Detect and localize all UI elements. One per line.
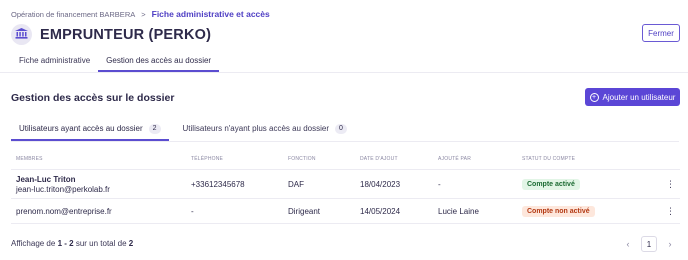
subtabs-divider	[11, 141, 679, 142]
close-button[interactable]: Fermer	[642, 24, 680, 42]
breadcrumb: Opération de financement BARBERA > Fiche…	[11, 9, 270, 19]
summary-middle: sur un total de	[75, 239, 127, 248]
subtab-label: Utilisateurs ayant accès au dossier	[19, 124, 143, 133]
page-number-current[interactable]: 1	[641, 236, 657, 252]
subtab-users-without-access[interactable]: Utilisateurs n'ayant plus accès au dossi…	[177, 120, 353, 141]
function-cell: Dirigeant	[288, 206, 321, 216]
member-name: Jean-Luc Triton	[16, 174, 76, 184]
access-subtabs: Utilisateurs ayant accès au dossier 2 Ut…	[11, 120, 353, 141]
member-cell: prenom.nom@entreprise.fr	[11, 206, 191, 216]
column-header-status: STATUT DU COMPTE	[522, 155, 576, 162]
add-user-button[interactable]: + Ajouter un utilisateur	[585, 88, 680, 106]
column-header-phone: TÉLÉPHONE	[191, 155, 224, 162]
table-header-row: MEMBRES TÉLÉPHONE FONCTION DATE D'AJOUT …	[11, 148, 680, 170]
table-row: Jean-Luc Triton jean-luc.triton@perkolab…	[11, 170, 680, 199]
summary-prefix: Affichage de	[11, 239, 56, 248]
function-cell: DAF	[288, 179, 304, 189]
column-header-date-added: DATE D'AJOUT	[360, 155, 398, 162]
column-header-added-by: AJOUTÉ PAR	[438, 155, 472, 162]
phone-cell: -	[191, 206, 194, 216]
tabs-divider	[0, 72, 688, 73]
page-title: EMPRUNTEUR (PERKO)	[40, 26, 212, 43]
subtab-users-with-access[interactable]: Utilisateurs ayant accès au dossier 2	[11, 120, 169, 141]
summary-range: 1 - 2	[57, 239, 74, 248]
count-badge: 0	[335, 124, 347, 134]
members-table: MEMBRES TÉLÉPHONE FONCTION DATE D'AJOUT …	[11, 148, 680, 224]
kebab-menu-icon[interactable]: ⋮	[666, 179, 675, 190]
table-row: prenom.nom@entreprise.fr - Dirigeant 14/…	[11, 199, 680, 224]
status-badge: Compte activé	[522, 178, 580, 190]
chevron-right-icon[interactable]: ›	[665, 239, 675, 249]
phone-cell: +33612345678	[191, 179, 245, 189]
plus-circle-icon: +	[589, 92, 599, 102]
column-header-function: FONCTION	[288, 155, 316, 162]
pagination-summary: Affichage de 1 - 2 sur un total de 2	[11, 239, 133, 248]
summary-total: 2	[128, 239, 134, 248]
column-header-members: MEMBRES	[16, 155, 43, 162]
member-email: jean-luc.triton@perkolab.fr	[16, 184, 110, 194]
member-cell: Jean-Luc Triton jean-luc.triton@perkolab…	[11, 175, 191, 194]
bank-building-icon	[15, 26, 28, 44]
tab-gestion-acces[interactable]: Gestion des accès au dossier	[98, 52, 220, 72]
breadcrumb-separator: >	[141, 9, 146, 19]
status-cell: Compte non activé	[522, 205, 662, 217]
status-badge: Compte non activé	[522, 205, 595, 217]
chevron-left-icon[interactable]: ‹	[623, 239, 633, 249]
tab-fiche-administrative[interactable]: Fiche administrative	[11, 52, 98, 72]
count-badge: 2	[148, 124, 161, 134]
add-user-button-label: Ajouter un utilisateur	[602, 92, 676, 102]
page-header: EMPRUNTEUR (PERKO)	[11, 24, 211, 45]
status-cell: Compte activé	[522, 178, 662, 190]
breadcrumb-parent-link[interactable]: Opération de financement BARBERA	[11, 10, 135, 19]
breadcrumb-current: Fiche administrative et accès	[151, 9, 270, 19]
kebab-menu-icon[interactable]: ⋮	[666, 206, 675, 217]
added-by-cell: Lucie Laine	[438, 206, 479, 216]
date-added-cell: 18/04/2023	[360, 179, 401, 189]
section-title: Gestion des accès sur le dossier	[11, 92, 175, 104]
date-added-cell: 14/05/2024	[360, 206, 401, 216]
member-email: prenom.nom@entreprise.fr	[16, 207, 112, 216]
added-by-cell: -	[438, 179, 441, 189]
subtab-label: Utilisateurs n'ayant plus accès au dossi…	[182, 124, 330, 133]
main-tabs: Fiche administrative Gestion des accès a…	[11, 52, 688, 72]
avatar	[11, 24, 32, 45]
pagination: ‹ 1 ›	[623, 236, 675, 252]
